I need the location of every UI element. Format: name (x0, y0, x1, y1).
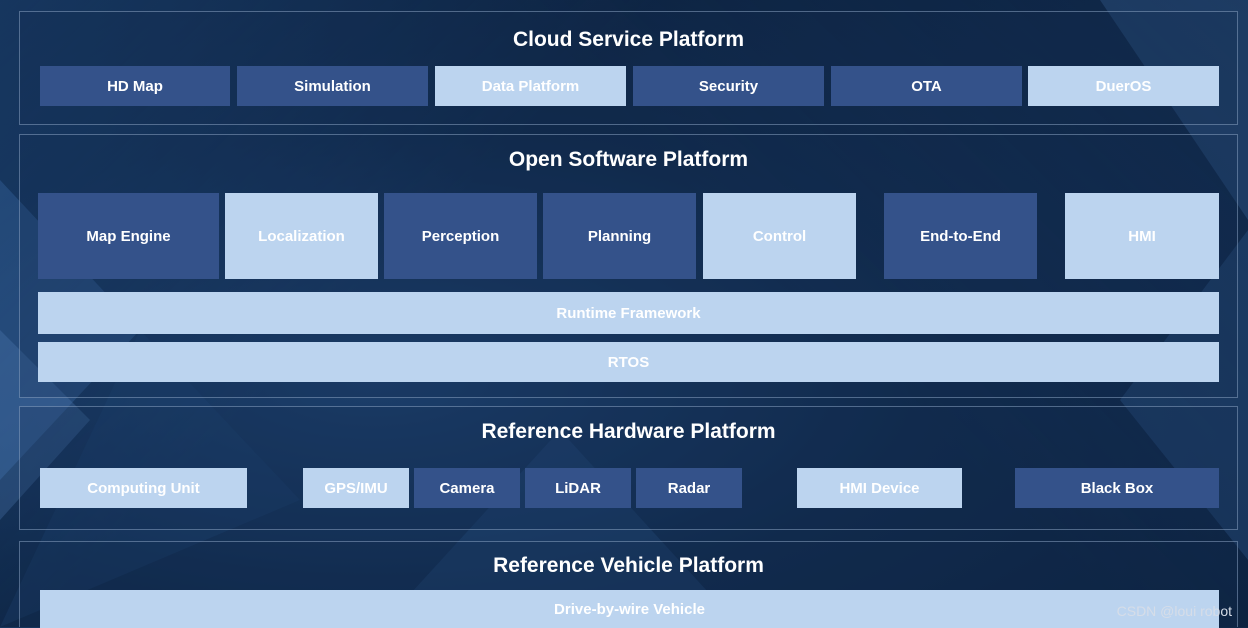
data-platform-box: Data Platform (435, 66, 626, 106)
localization-box: Localization (225, 193, 378, 279)
hmi-device-box: HMI Device (797, 468, 962, 508)
open-software-title: Open Software Platform (508, 148, 749, 171)
simulation-box: Simulation (237, 66, 428, 106)
reference-hardware-title: Reference Hardware Platform (481, 420, 776, 443)
lidar-box: LiDAR (525, 468, 631, 508)
open-software-panel: Open Software Platform Map Engine Locali… (19, 134, 1238, 398)
reference-hardware-panel: Reference Hardware Platform Computing Un… (19, 406, 1238, 530)
perception-box: Perception (384, 193, 537, 279)
drive-by-wire-vehicle-bar: Drive-by-wire Vehicle (40, 590, 1219, 628)
rtos-bar: RTOS (38, 342, 1219, 382)
ota-box: OTA (831, 66, 1022, 106)
control-box: Control (703, 193, 856, 279)
hmi-box: HMI (1065, 193, 1219, 279)
dueros-box: DuerOS (1028, 66, 1219, 106)
cloud-service-panel: Cloud Service Platform HD Map Simulation… (19, 11, 1238, 125)
black-box-box: Black Box (1015, 468, 1219, 508)
reference-vehicle-panel: Reference Vehicle Platform Drive-by-wire… (19, 541, 1238, 628)
camera-box: Camera (414, 468, 520, 508)
security-box: Security (633, 66, 824, 106)
planning-box: Planning (543, 193, 696, 279)
hd-map-box: HD Map (40, 66, 230, 106)
gps-imu-box: GPS/IMU (303, 468, 409, 508)
map-engine-box: Map Engine (38, 193, 219, 279)
runtime-framework-bar: Runtime Framework (38, 292, 1219, 334)
end-to-end-box: End-to-End (884, 193, 1037, 279)
computing-unit-box: Computing Unit (40, 468, 247, 508)
reference-vehicle-title: Reference Vehicle Platform (493, 554, 764, 577)
radar-box: Radar (636, 468, 742, 508)
watermark: CSDN @loui robot (1116, 603, 1232, 619)
cloud-service-title: Cloud Service Platform (512, 28, 745, 51)
